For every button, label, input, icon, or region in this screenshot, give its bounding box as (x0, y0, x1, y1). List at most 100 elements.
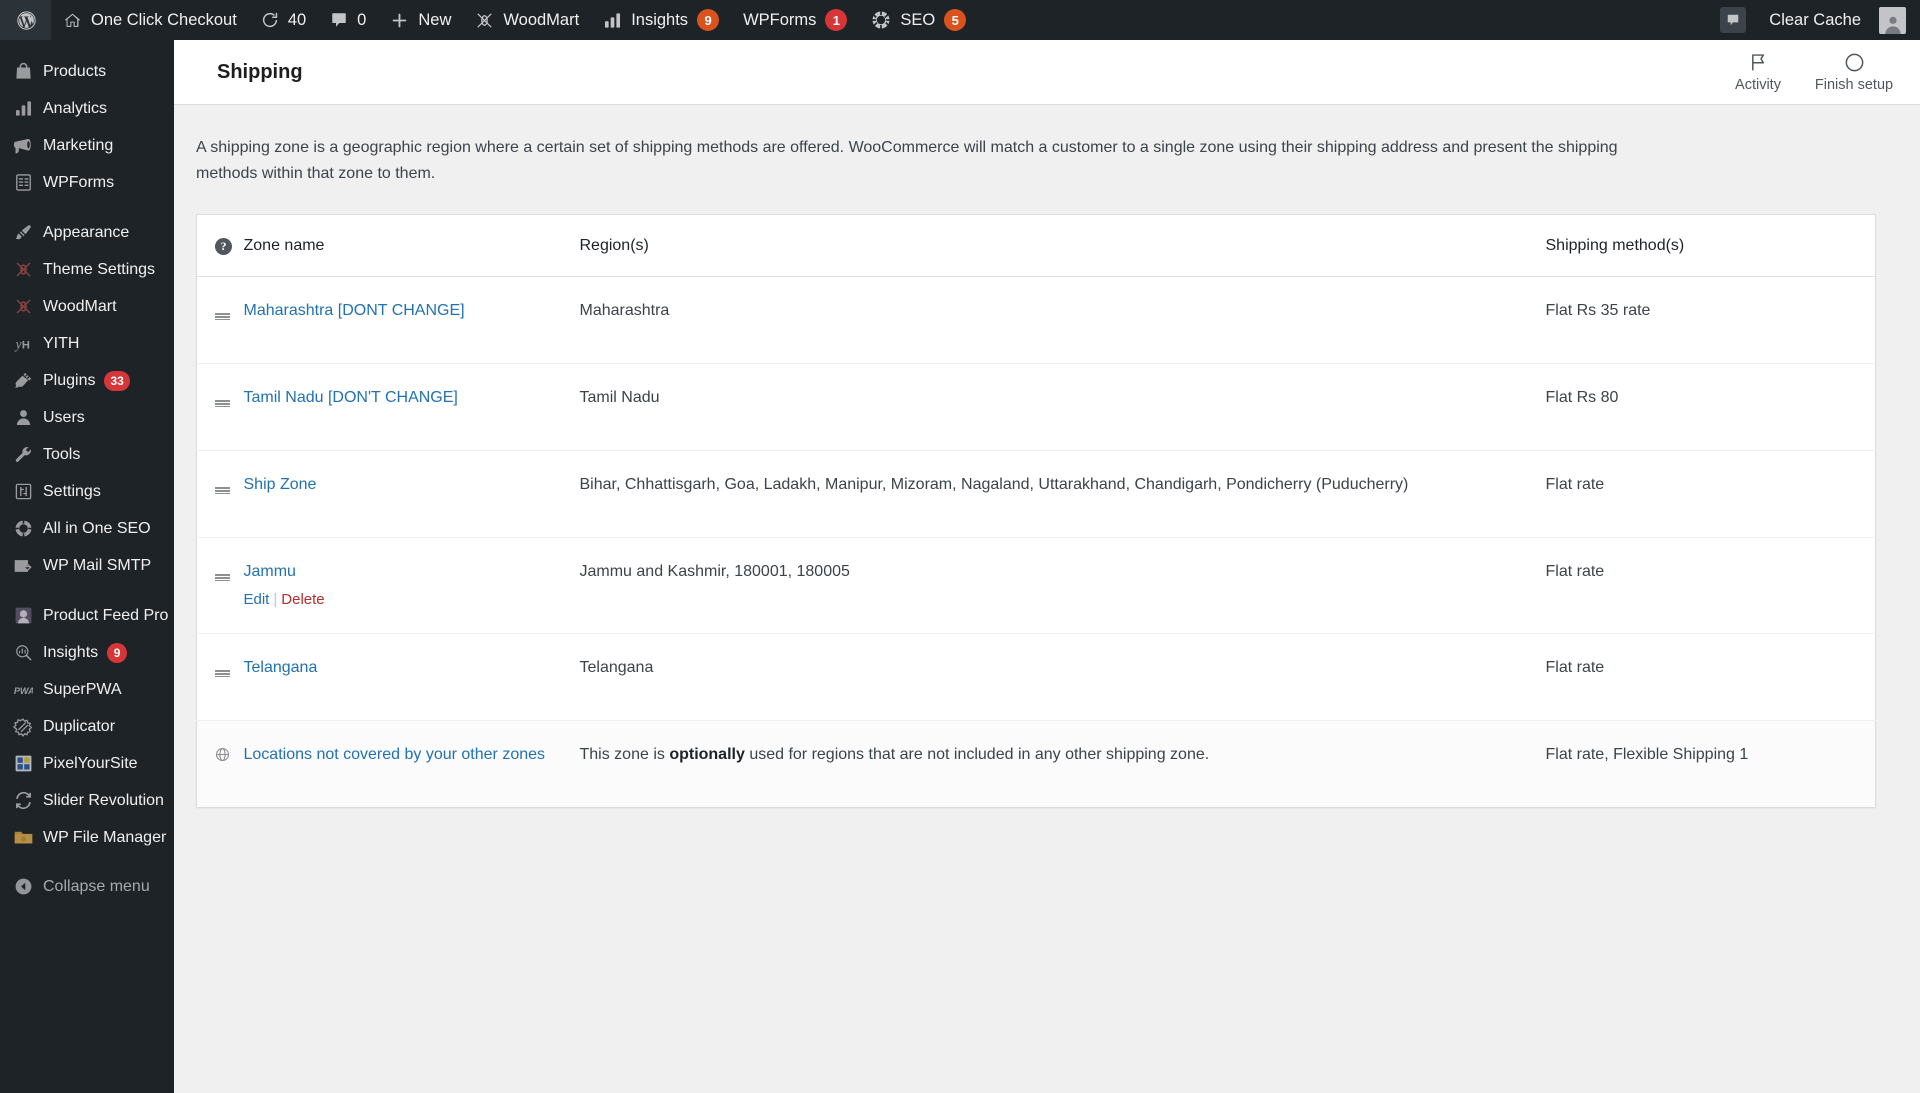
sidebar-label: All in One SEO (43, 519, 151, 537)
drag-handle-icon[interactable] (215, 483, 230, 495)
sidebar-label: Product Feed Pro (43, 606, 169, 624)
pixelyoursite-icon (12, 753, 34, 775)
sidebar-label: Settings (43, 482, 101, 500)
plugins-update-badge: 33 (104, 370, 130, 391)
sidebar-item-wp-mail-smtp[interactable]: WP Mail SMTP (0, 547, 174, 584)
zone-name-cell: Locations not covered by your other zone… (244, 721, 580, 808)
zone-regions-cell: Jammu and Kashmir, 180001, 180005 (579, 563, 850, 580)
seo-menu[interactable]: SEO 5 (859, 0, 978, 40)
sidebar-item-wp-file-manager[interactable]: WP File Manager (0, 819, 174, 856)
sidebar-label: SuperPWA (43, 680, 122, 698)
drag-handle-icon[interactable] (215, 570, 230, 582)
zone-methods-cell: Flat Rs 80 (1545, 389, 1619, 406)
user-avatar[interactable] (1879, 6, 1906, 34)
sidebar-label: YITH (43, 334, 80, 352)
drag-handle-icon[interactable] (215, 309, 230, 321)
sidebar-item-woodmart[interactable]: WoodMart (0, 288, 174, 325)
users-icon (12, 407, 34, 429)
sidebar-item-tools[interactable]: Tools (0, 436, 174, 473)
wordpress-icon (16, 10, 37, 31)
column-zone-name: Zone name (243, 214, 580, 277)
sidebar-label: Theme Settings (43, 260, 156, 278)
shipping-zones-table: ? Zone name Region(s) Shipping method(s)… (196, 214, 1876, 808)
woodmart-menu[interactable]: WoodMart (463, 0, 591, 40)
wordpress-logo-menu[interactable] (0, 0, 51, 40)
zone-regions-cell: Maharashtra (579, 302, 670, 319)
help-tip-icon[interactable]: ? (215, 237, 232, 255)
plugins-icon (12, 370, 34, 392)
sidebar-label: Users (43, 408, 85, 426)
sidebar-item-products[interactable]: Products (0, 53, 174, 90)
zone-name-link[interactable]: Jammu (244, 563, 296, 580)
worldwide-zone-link[interactable]: Locations not covered by your other zone… (244, 746, 546, 763)
zone-name-cell: Tamil Nadu [DON'T CHANGE] (244, 364, 580, 451)
zone-name-link[interactable]: Tamil Nadu [DON'T CHANGE] (244, 389, 458, 406)
folder-icon (12, 827, 34, 849)
seo-label: SEO (900, 10, 936, 29)
delete-zone-link[interactable]: Delete (281, 591, 324, 608)
drag-handle-icon[interactable] (215, 396, 230, 408)
help-tip-header: ? (196, 214, 244, 277)
finish-setup-button[interactable]: Finish setup (1806, 47, 1902, 97)
zone-name-cell: Jammu Edit | Delete (244, 538, 580, 634)
page-title: Shipping (217, 60, 303, 83)
sidebar-item-appearance[interactable]: Appearance (0, 214, 174, 251)
sidebar-item-pixelyoursite[interactable]: PixelYourSite (0, 745, 174, 782)
updates-menu[interactable]: 40 (249, 0, 318, 40)
sidebar-item-superpwa[interactable]: PWA SuperPWA (0, 671, 174, 708)
home-icon (63, 11, 82, 30)
duplicator-icon (12, 716, 34, 738)
row-actions-separator: | (273, 591, 278, 608)
analytics-icon (12, 98, 34, 120)
zone-name-cell: Maharashtra [DONT CHANGE] (244, 277, 580, 364)
paintbrush-icon (12, 222, 34, 244)
table-row: Telangana Telangana Flat rate (196, 634, 1876, 721)
new-content-label: New (418, 10, 452, 29)
insights-menu[interactable]: Insights 9 (591, 0, 731, 40)
sidebar-label: Products (43, 62, 107, 80)
insights-count-badge: 9 (697, 9, 720, 31)
collapse-menu-button[interactable]: Collapse menu (0, 868, 174, 905)
table-row: Maharashtra [DONT CHANGE] Maharashtra Fl… (196, 277, 1876, 364)
zone-regions-cell: Telangana (579, 659, 654, 676)
activity-panel-button[interactable]: Activity (1710, 47, 1806, 97)
comments-menu[interactable]: 0 (318, 0, 378, 40)
sidebar-item-duplicator[interactable]: Duplicator (0, 708, 174, 745)
zone-name-link[interactable]: Telangana (244, 659, 318, 676)
slider-revolution-icon (12, 790, 34, 812)
sidebar-item-users[interactable]: Users (0, 399, 174, 436)
sidebar-item-all-in-one-seo[interactable]: All in One SEO (0, 510, 174, 547)
sidebar-item-theme-settings[interactable]: Theme Settings (0, 251, 174, 288)
site-name-menu[interactable]: One Click Checkout (51, 0, 249, 40)
sidebar-item-wpforms[interactable]: WPForms (0, 164, 174, 201)
sidebar-item-plugins[interactable]: Plugins 33 (0, 362, 174, 399)
mail-icon (12, 555, 34, 577)
new-content-menu[interactable]: New (378, 0, 463, 40)
zone-name-cell: Ship Zone (244, 451, 580, 538)
sidebar-item-marketing[interactable]: Marketing (0, 127, 174, 164)
sidebar-item-product-feed-pro[interactable]: Product Feed Pro (0, 597, 174, 634)
zone-name-link[interactable]: Ship Zone (244, 476, 317, 493)
sidebar-item-slider-revolution[interactable]: Slider Revolution (0, 782, 174, 819)
clear-cache-menu[interactable]: Clear Cache (1708, 0, 1873, 40)
wpforms-menu[interactable]: WPForms 1 (731, 0, 859, 40)
wpforms-label: WPForms (743, 10, 817, 29)
table-body: Maharashtra [DONT CHANGE] Maharashtra Fl… (196, 277, 1876, 808)
admin-bar: One Click Checkout 40 0 New WoodMart Ins… (0, 0, 1920, 40)
worldwide-regions-cell: This zone is optionally used for regions… (580, 721, 1546, 808)
clear-cache-label: Clear Cache (1769, 10, 1861, 29)
updates-icon (261, 11, 279, 29)
zone-methods-cell: Flat Rs 35 rate (1545, 302, 1651, 319)
updates-count-label: 40 (287, 10, 307, 29)
sidebar-item-insights[interactable]: Insights 9 (0, 634, 174, 671)
sidebar-item-analytics[interactable]: Analytics (0, 90, 174, 127)
edit-zone-link[interactable]: Edit (244, 591, 270, 608)
row-drag-cell (197, 634, 244, 721)
woodmart-icon (12, 296, 34, 318)
sidebar-item-settings[interactable]: Settings (0, 473, 174, 510)
svg-text:y: y (14, 336, 22, 351)
drag-handle-icon[interactable] (215, 666, 230, 678)
sidebar-item-yith[interactable]: y H YITH (0, 325, 174, 362)
activity-label: Activity (1735, 77, 1781, 94)
zone-name-link[interactable]: Maharashtra [DONT CHANGE] (244, 302, 465, 319)
